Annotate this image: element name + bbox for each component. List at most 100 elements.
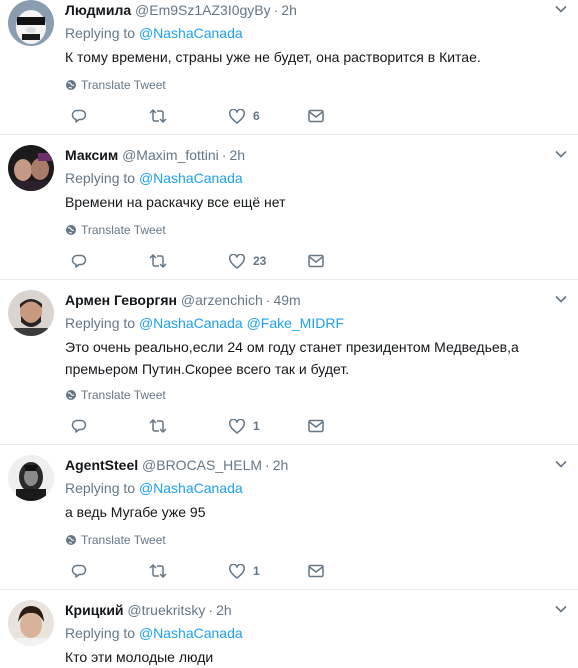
- retweet-button[interactable]: [149, 106, 167, 126]
- avatar[interactable]: [8, 455, 54, 501]
- timestamp[interactable]: 49m: [273, 292, 300, 308]
- envelope-icon: [308, 419, 324, 433]
- envelope-icon: [308, 254, 324, 268]
- translate-tweet-link[interactable]: Translate Tweet: [65, 222, 166, 238]
- retweet-icon: [149, 563, 167, 579]
- user-handle[interactable]: @truekritsky: [127, 602, 205, 618]
- reply-mention-link[interactable]: @NashaCanada: [139, 315, 243, 331]
- globe-icon: [66, 80, 76, 90]
- like-count: 1: [253, 564, 260, 578]
- tweet-header: Крицкий @truekritsky · 2h: [65, 601, 232, 619]
- globe-icon: [66, 535, 76, 545]
- retweet-icon: [149, 108, 167, 124]
- divider: [0, 589, 578, 590]
- tweet[interactable]: Армен Геворгян @arzenchich · 49m Replying …: [0, 290, 578, 444]
- direct-message-button[interactable]: [308, 251, 324, 271]
- replying-to: Replying to @NashaCanada: [65, 479, 243, 497]
- envelope-icon: [308, 109, 324, 123]
- replying-to: Replying to @NashaCanada: [65, 24, 243, 42]
- like-count: 23: [253, 254, 267, 268]
- replying-label: Replying to: [65, 480, 136, 496]
- heart-icon: [229, 108, 245, 124]
- like-button[interactable]: 1: [229, 416, 260, 436]
- reply-mention-link[interactable]: @NashaCanada: [139, 625, 243, 641]
- like-count: 1: [253, 419, 260, 433]
- separator-dot: ·: [208, 602, 214, 618]
- direct-message-button[interactable]: [308, 106, 324, 126]
- reply-button[interactable]: [71, 561, 87, 581]
- tweet-header: Людмила @Em9Sz1AZ3I0gyBy · 2h: [65, 1, 297, 19]
- chevron-down-icon[interactable]: [554, 457, 568, 471]
- reply-mention-link[interactable]: @NashaCanada: [139, 25, 243, 41]
- user-name[interactable]: Людмила: [65, 2, 131, 18]
- replying-label: Replying to: [65, 625, 136, 641]
- timestamp[interactable]: 2h: [273, 457, 289, 473]
- retweet-button[interactable]: [149, 561, 167, 581]
- user-name[interactable]: Армен Геворгян: [65, 292, 177, 308]
- reply-button[interactable]: [71, 416, 87, 436]
- timestamp[interactable]: 2h: [281, 2, 297, 18]
- tweet[interactable]: Людмила @Em9Sz1AZ3I0gyBy · 2h Replying to …: [0, 0, 578, 134]
- replying-label: Replying to: [65, 170, 136, 186]
- direct-message-button[interactable]: [308, 561, 324, 581]
- translate-label: Translate Tweet: [81, 533, 166, 547]
- divider: [0, 134, 578, 135]
- separator-dot: ·: [265, 457, 270, 473]
- heart-icon: [229, 418, 245, 434]
- user-name[interactable]: Крицкий: [65, 602, 124, 618]
- translate-tweet-link[interactable]: Translate Tweet: [65, 77, 166, 93]
- divider: [0, 279, 578, 280]
- direct-message-button[interactable]: [308, 416, 324, 436]
- like-button[interactable]: 6: [229, 106, 260, 126]
- translate-tweet-link[interactable]: Translate Tweet: [65, 387, 166, 403]
- user-handle[interactable]: @Em9Sz1AZ3I0gyBy: [135, 2, 271, 18]
- chevron-down-icon[interactable]: [554, 147, 568, 161]
- replying-to: Replying to @NashaCanada @Fake_MIDRF: [65, 314, 344, 332]
- avatar[interactable]: [8, 145, 54, 191]
- user-handle[interactable]: @Maxim_fottini: [122, 147, 219, 163]
- translate-label: Translate Tweet: [81, 223, 166, 237]
- tweet-header: Армен Геворгян @arzenchich · 49m: [65, 291, 301, 309]
- envelope-icon: [308, 564, 324, 578]
- chevron-down-icon[interactable]: [554, 292, 568, 306]
- tweet-text: Кто эти молодые люди: [65, 649, 214, 665]
- reply-mention-link[interactable]: @Fake_MIDRF: [247, 315, 344, 331]
- chevron-down-icon[interactable]: [554, 2, 568, 16]
- user-name[interactable]: AgentSteel: [65, 457, 138, 473]
- timestamp[interactable]: 2h: [216, 602, 232, 618]
- translate-tweet-link[interactable]: Translate Tweet: [65, 532, 166, 548]
- reply-mention-link[interactable]: @NashaCanada: [139, 170, 243, 186]
- avatar[interactable]: [8, 0, 54, 46]
- heart-icon: [229, 253, 245, 269]
- like-button[interactable]: 23: [229, 251, 266, 271]
- replying-label: Replying to: [65, 315, 136, 331]
- divider: [0, 444, 578, 445]
- separator-dot: ·: [273, 2, 279, 18]
- tweet[interactable]: Крицкий @truekritsky · 2h Replying to @Nas…: [0, 600, 578, 668]
- chevron-down-icon[interactable]: [554, 602, 568, 616]
- avatar[interactable]: [8, 290, 54, 336]
- reply-button[interactable]: [71, 251, 87, 271]
- tweet[interactable]: Максим @Maxim_fottini · 2h Replying to @Na…: [0, 145, 578, 279]
- user-name[interactable]: Максим: [65, 147, 118, 163]
- reply-button[interactable]: [71, 106, 87, 126]
- user-handle[interactable]: @arzenchich: [181, 292, 263, 308]
- separator-dot: ·: [221, 147, 227, 163]
- reply-icon: [71, 254, 87, 268]
- replying-to: Replying to @NashaCanada: [65, 624, 243, 642]
- translate-label: Translate Tweet: [81, 388, 166, 402]
- like-button[interactable]: 1: [229, 561, 260, 581]
- avatar[interactable]: [8, 600, 54, 646]
- tweet[interactable]: AgentSteel @BROCAS_HELM · 2h Replying to @…: [0, 455, 578, 589]
- retweet-button[interactable]: [149, 416, 167, 436]
- tweet-text: Времени на раскачку все ещё нет: [65, 194, 286, 210]
- reply-icon: [71, 109, 87, 123]
- retweet-button[interactable]: [149, 251, 167, 271]
- timestamp[interactable]: 2h: [229, 147, 245, 163]
- reply-mention-link[interactable]: @NashaCanada: [139, 480, 243, 496]
- globe-icon: [66, 390, 76, 400]
- translate-label: Translate Tweet: [81, 78, 166, 92]
- retweet-icon: [149, 253, 167, 269]
- user-handle[interactable]: @BROCAS_HELM: [142, 457, 262, 473]
- heart-icon: [229, 563, 245, 579]
